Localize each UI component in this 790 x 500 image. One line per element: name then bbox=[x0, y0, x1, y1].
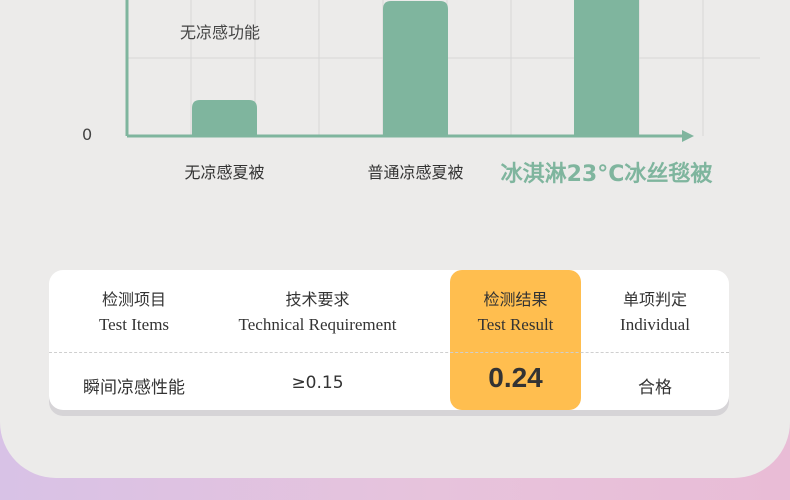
x-tick-label: 冰淇淋23°C冰丝毯被 bbox=[501, 161, 714, 187]
x-tick-label: 普通凉感夏被 bbox=[367, 163, 463, 182]
header-cn: 技术要求 bbox=[285, 290, 350, 309]
bar bbox=[383, 1, 448, 136]
x-tick-label: 无凉感夏被 bbox=[184, 163, 264, 182]
table-divider bbox=[49, 352, 729, 353]
header-cn: 单项判定 bbox=[622, 290, 687, 309]
header-technical-requirement: 技术要求 Technical Requirement bbox=[205, 290, 430, 336]
bar bbox=[574, 0, 639, 136]
bar-chart: 无凉感功能 0 无凉感夏被 普通凉感夏被 冰淇淋23°C冰丝毯被 bbox=[82, 0, 760, 187]
header-individual: 单项判定 Individual bbox=[590, 290, 720, 336]
header-en: Test Items bbox=[98, 315, 170, 334]
row-requirement: ≥0.15 bbox=[291, 373, 344, 393]
header-cn: 检测结果 bbox=[483, 290, 548, 309]
header-en: Individual bbox=[620, 315, 690, 334]
x-axis-arrow bbox=[682, 130, 694, 142]
row-test-result: 0.24 bbox=[488, 362, 543, 393]
chart-annotation: 无凉感功能 bbox=[180, 23, 260, 42]
bar bbox=[192, 100, 257, 136]
row-judgement: 合格 bbox=[638, 378, 672, 398]
header-en: Technical Requirement bbox=[238, 315, 397, 334]
row-test-item: 瞬间凉感性能 bbox=[83, 378, 185, 398]
header-cn: 检测项目 bbox=[101, 290, 166, 309]
header-test-items: 检测项目 Test Items bbox=[49, 290, 219, 336]
header-test-result: 检测结果 Test Result bbox=[450, 290, 581, 336]
y-tick-label: 0 bbox=[82, 125, 92, 144]
header-en: Test Result bbox=[477, 315, 554, 334]
